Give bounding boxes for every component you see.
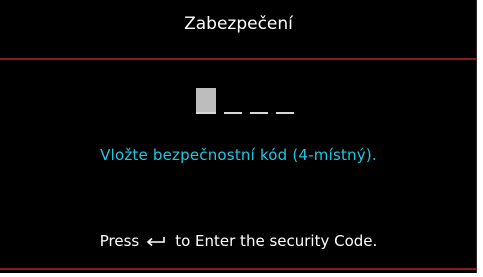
enter-icon bbox=[145, 234, 169, 248]
security-code-prompt: Vložte bezpečnostní kód (4-místný). bbox=[100, 146, 377, 164]
security-code-input[interactable] bbox=[196, 86, 294, 114]
hint-action-text: to Enter the security Code. bbox=[175, 232, 378, 250]
bottom-divider bbox=[0, 268, 477, 270]
title-divider bbox=[0, 58, 477, 60]
code-digit-4[interactable] bbox=[276, 112, 294, 114]
dialog-title: Zabezpečení bbox=[184, 14, 293, 34]
enter-hint: Press to Enter the security Code. bbox=[0, 232, 477, 250]
code-digit-2[interactable] bbox=[224, 112, 242, 114]
hint-press-text: Press bbox=[99, 232, 140, 250]
code-digit-1-cursor[interactable] bbox=[196, 88, 216, 114]
security-dialog: Zabezpečení Vložte bezpečnostní kód (4-m… bbox=[0, 0, 477, 273]
dialog-title-bar: Zabezpečení bbox=[0, 0, 477, 58]
code-digit-3[interactable] bbox=[250, 112, 268, 114]
